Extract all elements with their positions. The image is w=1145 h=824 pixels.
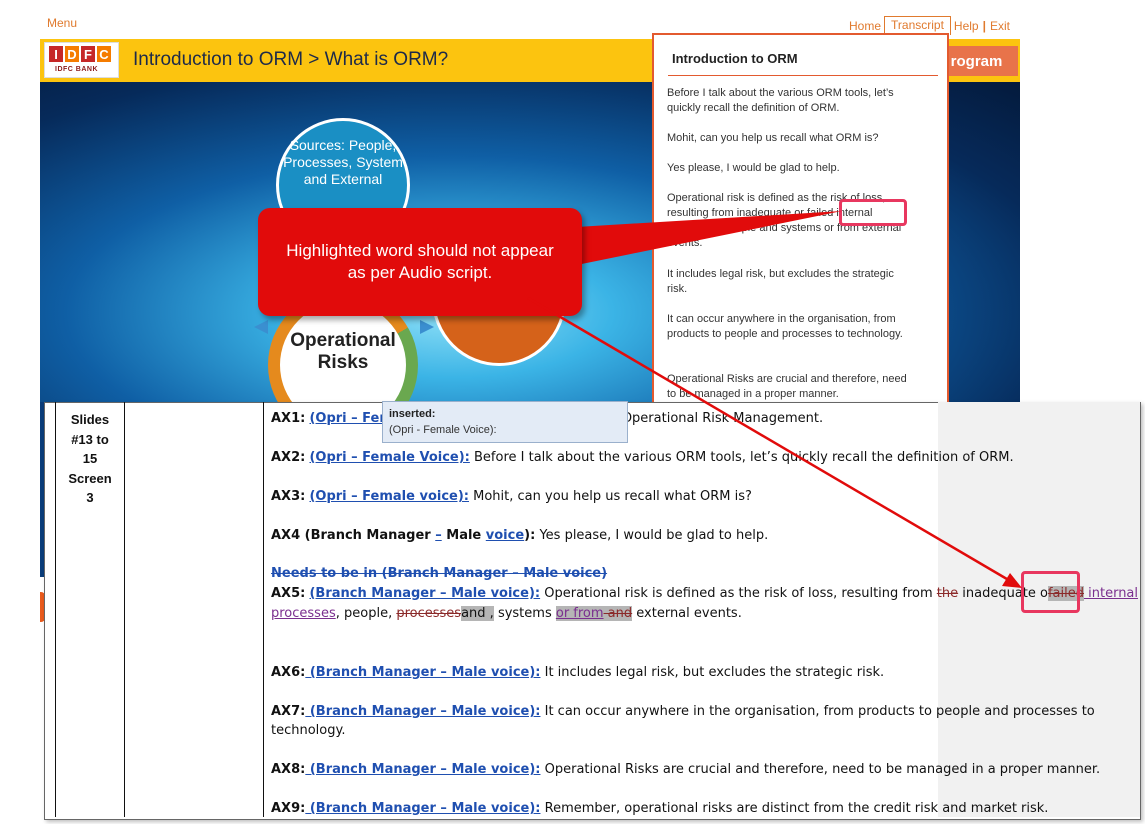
table-border	[263, 402, 264, 817]
voice-tag[interactable]: voice	[486, 528, 524, 543]
voice-tag[interactable]: (Branch Manager – Male voice):	[309, 586, 540, 601]
oprisk-line2: Risks	[317, 352, 369, 373]
revision-tooltip: inserted: (Opri - Female Voice):	[382, 401, 628, 443]
ax5-line: AX5: (Branch Manager – Male voice): Oper…	[271, 584, 1138, 604]
ax-text: systems	[493, 606, 556, 621]
deleted-text: the	[936, 586, 959, 601]
highlight-box-transcript	[839, 199, 907, 226]
ax-text: external events.	[632, 606, 742, 621]
ax-text: Before I talk about the various ORM tool…	[469, 450, 1014, 465]
ax-text: Operational Risks are crucial and theref…	[540, 762, 1101, 777]
inserted-text: or from	[555, 606, 604, 621]
idfc-logo: I D F C IDFC BANK	[44, 42, 119, 78]
slides-label-line: Screen	[68, 470, 112, 486]
transcript-paragraph: It can occur anywhere in the organisatio…	[667, 313, 903, 340]
tooltip-text: (Opri - Female Voice):	[389, 424, 497, 436]
logo-letter: C	[97, 46, 111, 62]
ax-label: Male	[441, 528, 486, 543]
transcript-paragraph: Mohit, can you help us recall what ORM i…	[667, 132, 879, 144]
ax-label: AX9:	[271, 801, 306, 816]
voice-tag[interactable]: (Branch Manager – Male voice):	[305, 762, 541, 777]
transcript-paragraph: Before I talk about the various ORM tool…	[667, 87, 894, 114]
ax9-line: AX9: (Branch Manager – Male voice): Reme…	[271, 799, 1048, 819]
logo-letter: D	[65, 46, 79, 62]
slides-label-line: Slides	[70, 412, 110, 427]
ax-text: technology.	[271, 723, 346, 738]
voice-tag[interactable]: (Branch Manager – Male voice):	[305, 704, 541, 719]
ax-text: Mohit, can you help us recall what ORM i…	[469, 489, 752, 504]
ax5-line-cont: processes, people, processesand , system…	[271, 604, 742, 624]
ax-label: AX6:	[271, 665, 306, 680]
ax-label: AX8:	[271, 762, 306, 777]
slides-label-line: 15	[82, 451, 98, 466]
slides-label-line: 3	[86, 490, 94, 505]
callout-line1: Highlighted word should not appear	[286, 241, 554, 260]
transcript-divider	[668, 75, 938, 76]
help-link[interactable]: Help	[954, 19, 979, 33]
exit-link[interactable]: Exit	[990, 19, 1010, 33]
highlight-box-document	[1021, 571, 1080, 613]
logo-letter: I	[49, 46, 63, 62]
ax-text: Yes please, I would be glad to help.	[535, 528, 769, 543]
sources-text: Sources: People, Processes, System and E…	[283, 137, 403, 187]
slides-label-cell: Slides #13 to 15 Screen 3	[55, 410, 125, 508]
ax-text: , people,	[335, 606, 397, 621]
deleted-text: processes	[396, 606, 462, 621]
tooltip-title: inserted:	[389, 408, 436, 420]
inserted-text: internal	[1084, 586, 1139, 601]
slides-label-line: #13 to	[71, 431, 109, 447]
ax2-line: AX2: (Opri – Female Voice): Before I tal…	[271, 448, 1014, 468]
inserted-text: processes	[271, 606, 336, 621]
ax-text: Remember, operational risks are distinct…	[540, 801, 1049, 816]
voice-tag[interactable]: (Branch Manager – Male voice):	[305, 665, 541, 680]
ax7-line-cont: technology.	[271, 721, 345, 741]
page-title: Introduction to ORM > What is ORM?	[133, 49, 449, 70]
ax-text: It can occur anywhere in the organisatio…	[540, 704, 1095, 719]
marked-text: and ,	[461, 606, 494, 621]
logo-subtitle: IDFC BANK	[55, 66, 98, 73]
menu-link[interactable]: Menu	[47, 16, 77, 30]
callout-line2: as per Audio script.	[347, 263, 493, 282]
ax8-line: AX8: (Branch Manager – Male voice): Oper…	[271, 760, 1100, 780]
ax4-line: AX4 (Branch Manager – Male voice): Yes p…	[271, 526, 768, 546]
ax-label: AX2:	[271, 450, 306, 465]
voice-tag[interactable]: (Opri – Female voice):	[309, 489, 469, 504]
ax-label: AX4 (Branch Manager	[271, 528, 436, 543]
voice-tag[interactable]: (Opri – Female Voice):	[309, 450, 469, 465]
ax-label: ):	[524, 528, 536, 543]
ax-label: AX5:	[271, 586, 306, 601]
voice-tag[interactable]: (Branch Manager – Male voice):	[305, 801, 541, 816]
nav-separator: |	[982, 18, 986, 33]
ax-text: It includes legal risk, but excludes the…	[540, 665, 885, 680]
review-callout: Highlighted word should not appear as pe…	[258, 208, 582, 316]
ax-text: Operational risk is defined as the risk …	[540, 586, 937, 601]
oprisk-line1: Operational	[290, 330, 396, 351]
deleted-text: and	[603, 606, 633, 621]
ax7-line: AX7: (Branch Manager – Male voice): It c…	[271, 702, 1095, 722]
arrow-left-icon	[254, 320, 268, 334]
logo-letter: F	[81, 46, 95, 62]
ax-label: AX7:	[271, 704, 306, 719]
ax-label: AX1:	[271, 411, 306, 426]
transcript-paragraph: Yes please, I would be glad to help.	[667, 162, 840, 174]
transcript-title: Introduction to ORM	[672, 51, 798, 66]
deleted-line: Needs to be in (Branch Manager – Male vo…	[271, 566, 608, 581]
ax6-line: AX6: (Branch Manager – Male voice): It i…	[271, 663, 884, 683]
ax-label: AX3:	[271, 489, 306, 504]
ax3-line: AX3: (Opri – Female voice): Mohit, can y…	[271, 487, 752, 507]
transcript-paragraph: Operational Risks are crucial and theref…	[667, 373, 907, 400]
arrow-right-icon	[420, 320, 434, 334]
transcript-paragraph: It includes legal risk, but excludes the…	[667, 268, 894, 295]
home-link[interactable]: Home	[849, 19, 881, 33]
